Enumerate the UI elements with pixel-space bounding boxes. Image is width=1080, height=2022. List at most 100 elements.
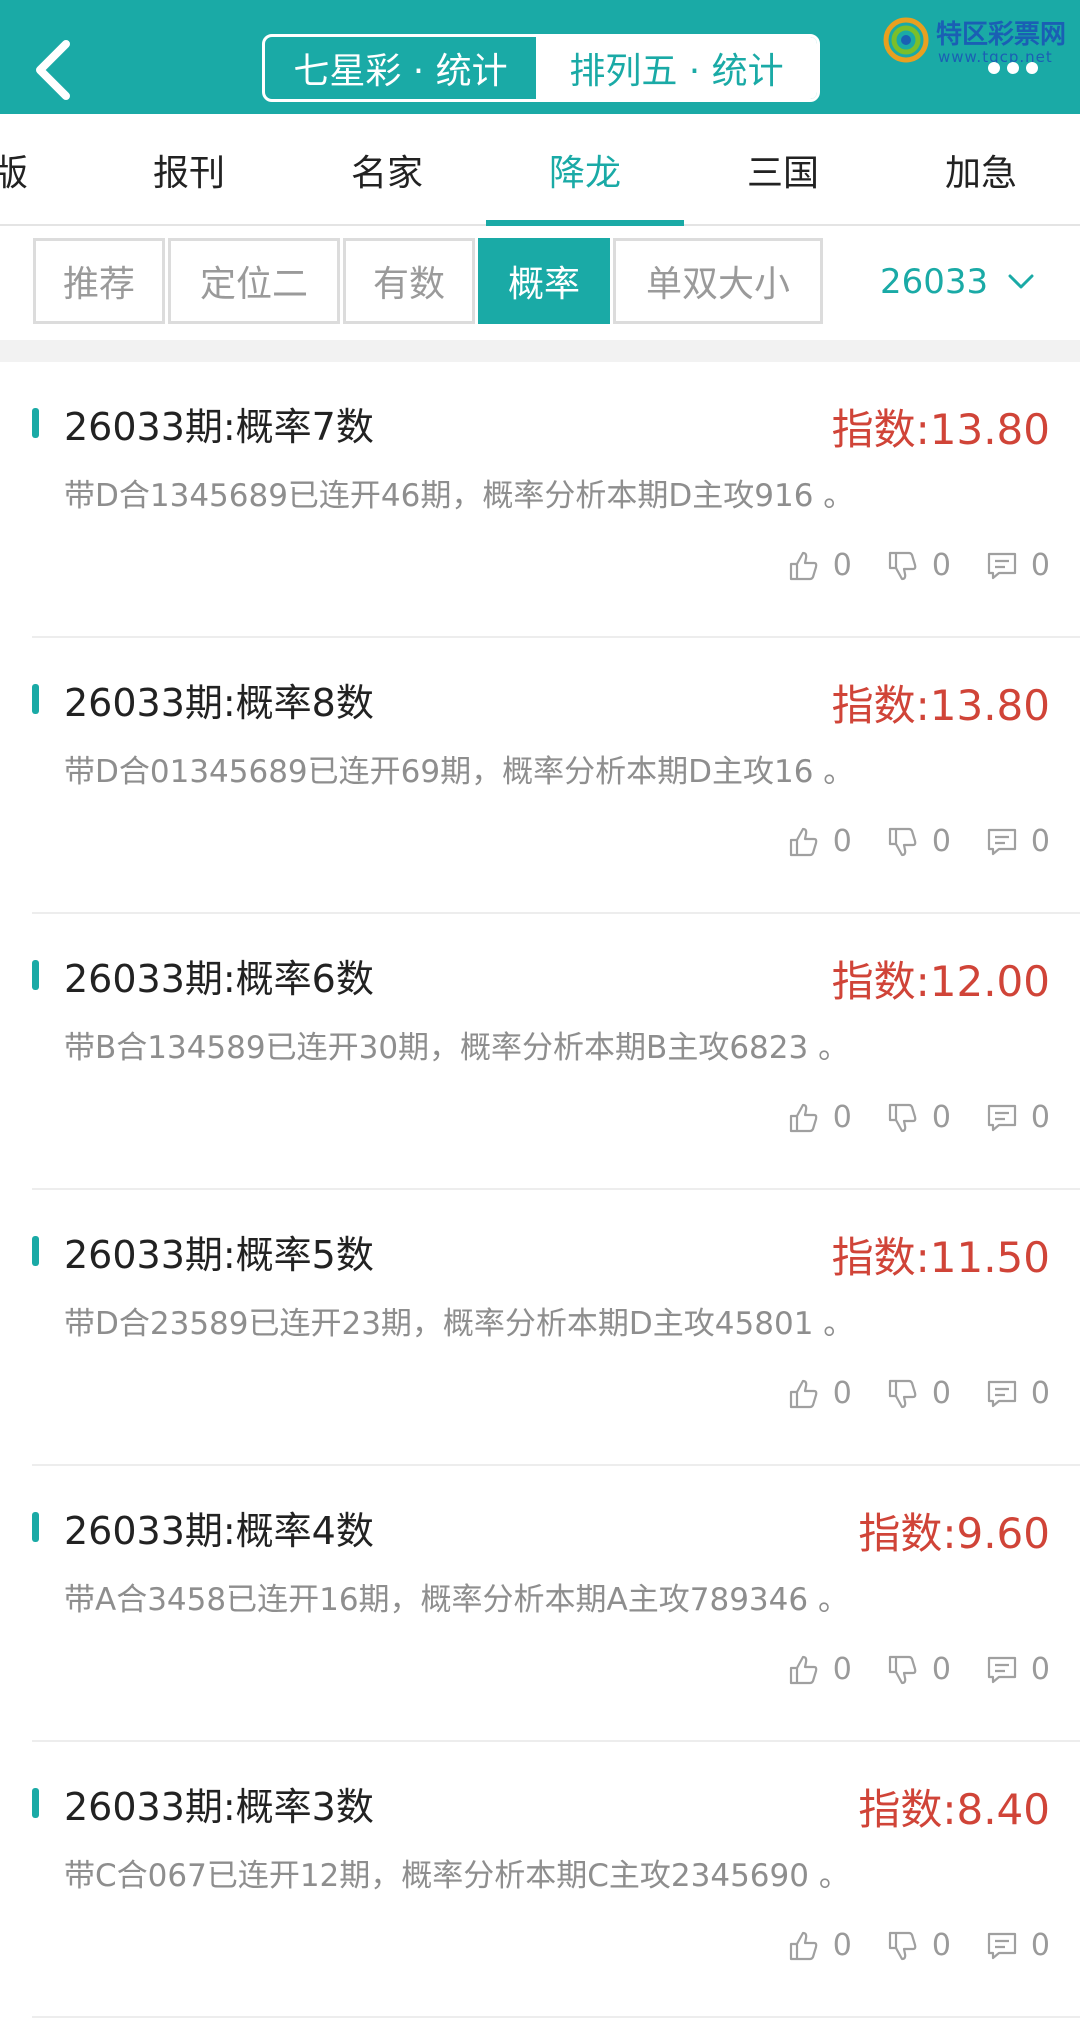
comment-button[interactable]: 0 bbox=[985, 1376, 1050, 1411]
comment-count: 0 bbox=[1030, 1652, 1050, 1687]
item-actions: 0 0 0 bbox=[787, 1376, 1050, 1411]
dislike-button[interactable]: 0 bbox=[886, 1652, 951, 1687]
subtab-danshuangdaxiao[interactable]: 单双大小 bbox=[613, 238, 823, 324]
item-index: 指数:11.50 bbox=[831, 1233, 1050, 1282]
dislike-button[interactable]: 0 bbox=[886, 1928, 951, 1963]
like-count: 0 bbox=[832, 1100, 852, 1135]
dislike-button[interactable]: 0 bbox=[886, 1100, 951, 1135]
comment-count: 0 bbox=[1030, 824, 1050, 859]
logo-swirl-icon bbox=[883, 17, 929, 63]
comment-button[interactable]: 0 bbox=[985, 1100, 1050, 1135]
dislike-count: 0 bbox=[931, 824, 951, 859]
list-item[interactable]: 26033期:概率6数 指数:12.00 带B合134589已连开30期，概率分… bbox=[32, 914, 1080, 1190]
item-index: 指数:8.40 bbox=[858, 1785, 1050, 1834]
item-accent-bar bbox=[32, 1236, 39, 1266]
dislike-count: 0 bbox=[931, 548, 951, 583]
item-index: 指数:9.60 bbox=[858, 1509, 1050, 1558]
issue-number: 26033 bbox=[880, 262, 989, 302]
thumbs-down-icon bbox=[888, 827, 917, 856]
tab-mingjia[interactable]: 名家 bbox=[288, 114, 486, 226]
thumbs-up-icon bbox=[789, 1379, 818, 1408]
back-button[interactable] bbox=[28, 34, 88, 104]
dislike-button[interactable]: 0 bbox=[886, 824, 951, 859]
like-count: 0 bbox=[832, 548, 852, 583]
list-item[interactable]: 26033期:概率8数 指数:13.80 带D合01345689已连开69期，概… bbox=[32, 638, 1080, 914]
comment-icon bbox=[987, 1932, 1017, 1959]
dislike-count: 0 bbox=[931, 1376, 951, 1411]
subtab-gailv[interactable]: 概率 bbox=[478, 238, 610, 324]
subtab-dingweier[interactable]: 定位二 bbox=[168, 238, 340, 324]
item-accent-bar bbox=[32, 684, 39, 714]
comment-icon bbox=[987, 552, 1017, 579]
back-arrow-icon bbox=[36, 40, 70, 100]
chevron-down-icon bbox=[1008, 274, 1034, 289]
thumbs-down-icon bbox=[888, 1655, 917, 1684]
item-description: 带C合067已连开12期，概率分析本期C主攻2345690 。 bbox=[64, 1858, 850, 1894]
like-count: 0 bbox=[832, 1928, 852, 1963]
like-count: 0 bbox=[832, 824, 852, 859]
item-title: 26033期:概率5数 bbox=[64, 1233, 374, 1277]
tab-sanguo[interactable]: 三国 bbox=[684, 114, 882, 226]
like-button[interactable]: 0 bbox=[787, 1652, 852, 1687]
item-description: 带A合3458已连开16期，概率分析本期A主攻789346 。 bbox=[64, 1582, 849, 1618]
list-item[interactable]: 26033期:概率3数 指数:8.40 带C合067已连开12期，概率分析本期C… bbox=[32, 1742, 1080, 2018]
dislike-count: 0 bbox=[931, 1652, 951, 1687]
dislike-count: 0 bbox=[931, 1928, 951, 1963]
subtab-tuijian[interactable]: 推荐 bbox=[33, 238, 165, 324]
like-button[interactable]: 0 bbox=[787, 1928, 852, 1963]
comment-count: 0 bbox=[1030, 1928, 1050, 1963]
item-accent-bar bbox=[32, 408, 39, 438]
list-item[interactable]: 26033期:概率7数 指数:13.80 带D合1345689已连开46期，概率… bbox=[32, 362, 1080, 638]
thumbs-down-icon bbox=[888, 551, 917, 580]
subtab-youshu[interactable]: 有数 bbox=[343, 238, 475, 324]
item-actions: 0 0 0 bbox=[787, 824, 1050, 859]
dislike-button[interactable]: 0 bbox=[886, 548, 951, 583]
item-index: 指数:13.80 bbox=[831, 405, 1050, 454]
like-button[interactable]: 0 bbox=[787, 1376, 852, 1411]
like-button[interactable]: 0 bbox=[787, 824, 852, 859]
comment-button[interactable]: 0 bbox=[985, 548, 1050, 583]
site-logo: 特区彩票网 www.tqcp.net bbox=[878, 10, 1078, 68]
tab-baokan[interactable]: 报刊 bbox=[90, 114, 288, 226]
like-count: 0 bbox=[832, 1652, 852, 1687]
comment-button[interactable]: 0 bbox=[985, 824, 1050, 859]
thumbs-up-icon bbox=[789, 551, 818, 580]
item-description: 带D合01345689已连开69期，概率分析本期D主攻16 。 bbox=[64, 754, 855, 790]
tab-jianglong[interactable]: 降龙 bbox=[486, 114, 684, 226]
list-item[interactable]: 26033期:概率4数 指数:9.60 带A合3458已连开16期，概率分析本期… bbox=[32, 1466, 1080, 1742]
comment-count: 0 bbox=[1030, 1100, 1050, 1135]
item-index: 指数:12.00 bbox=[831, 957, 1050, 1006]
comment-icon bbox=[987, 1104, 1017, 1131]
sub-tab-bar: 推荐 定位二 有数 概率 单双大小 26033 bbox=[0, 228, 1080, 340]
sub-tabs: 推荐 定位二 有数 概率 单双大小 bbox=[33, 238, 826, 324]
comment-count: 0 bbox=[1030, 548, 1050, 583]
tab-ban[interactable]: 版 bbox=[0, 114, 40, 226]
active-tab-indicator bbox=[486, 220, 684, 226]
comment-icon bbox=[987, 1380, 1017, 1407]
item-actions: 0 0 0 bbox=[787, 1928, 1050, 1963]
item-accent-bar bbox=[32, 1788, 39, 1818]
item-description: 带D合1345689已连开46期，概率分析本期D主攻916 。 bbox=[64, 478, 855, 514]
dislike-count: 0 bbox=[931, 1100, 951, 1135]
item-accent-bar bbox=[32, 960, 39, 990]
more-menu-icon[interactable] bbox=[988, 62, 1038, 74]
item-accent-bar bbox=[32, 1512, 39, 1542]
lottery-segment-control: 七星彩 · 统计 排列五 · 统计 bbox=[262, 34, 820, 102]
issue-dropdown[interactable]: 26033 bbox=[880, 252, 1036, 312]
segment-qixingcai[interactable]: 七星彩 · 统计 bbox=[265, 37, 536, 99]
top-header: 七星彩 · 统计 排列五 · 统计 特区彩票网 www.tqcp.net bbox=[0, 0, 1080, 114]
item-title: 26033期:概率8数 bbox=[64, 681, 374, 725]
comment-button[interactable]: 0 bbox=[985, 1652, 1050, 1687]
tab-jiaji[interactable]: 加急 bbox=[882, 114, 1080, 226]
comment-button[interactable]: 0 bbox=[985, 1928, 1050, 1963]
thumbs-down-icon bbox=[888, 1379, 917, 1408]
segment-pailiewu[interactable]: 排列五 · 统计 bbox=[536, 37, 817, 99]
like-button[interactable]: 0 bbox=[787, 548, 852, 583]
like-button[interactable]: 0 bbox=[787, 1100, 852, 1135]
comment-count: 0 bbox=[1030, 1376, 1050, 1411]
category-tabs: 版 报刊 名家 降龙 三国 加急 bbox=[0, 114, 1080, 226]
list-item[interactable]: 26033期:概率5数 指数:11.50 带D合23589已连开23期，概率分析… bbox=[32, 1190, 1080, 1466]
dislike-button[interactable]: 0 bbox=[886, 1376, 951, 1411]
thumbs-up-icon bbox=[789, 1103, 818, 1132]
thumbs-up-icon bbox=[789, 827, 818, 856]
